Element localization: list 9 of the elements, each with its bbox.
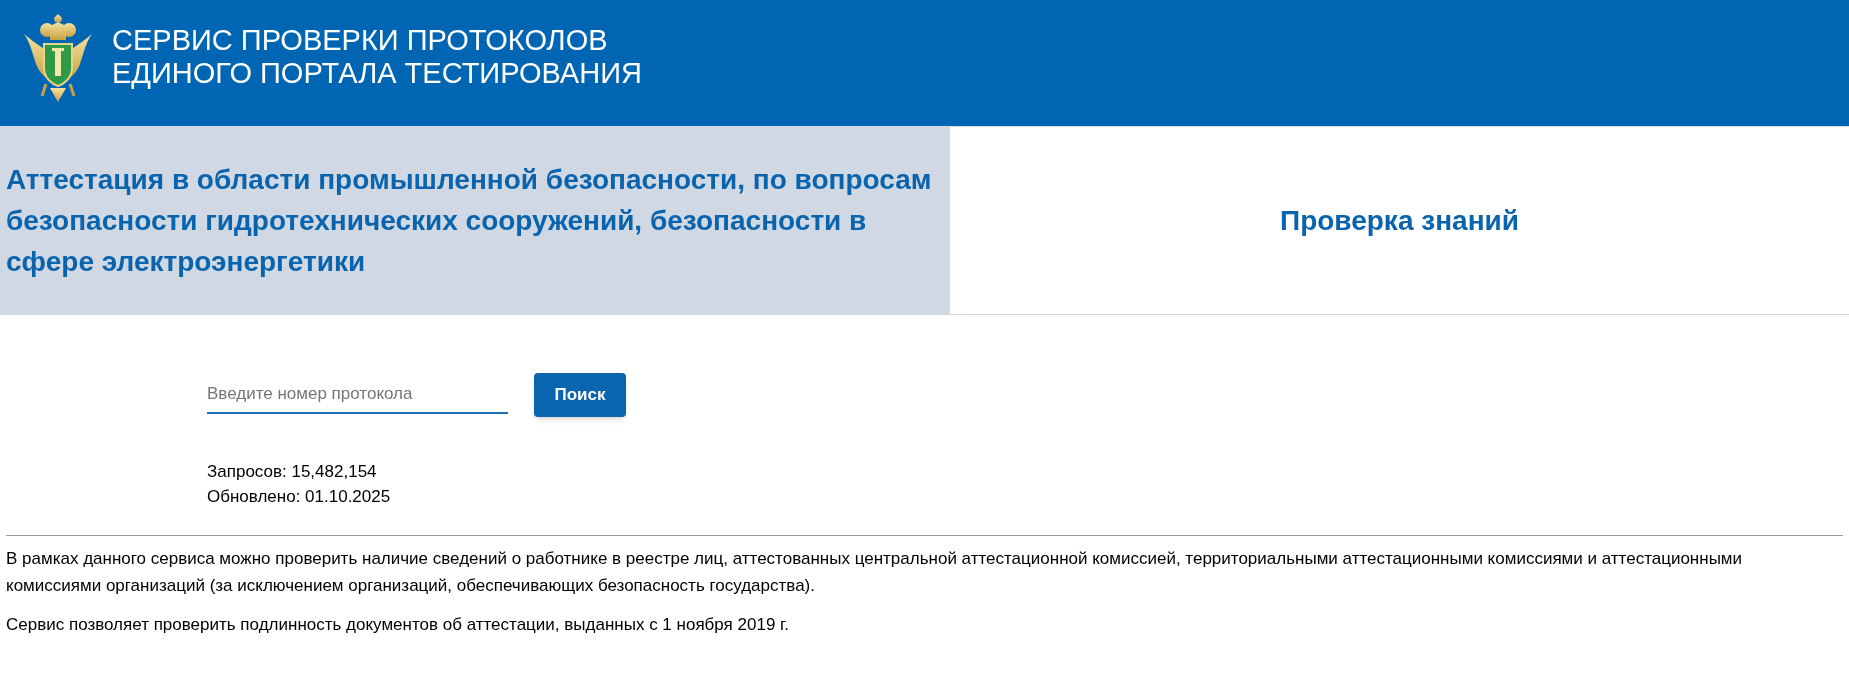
search-button[interactable]: Поиск [534, 373, 626, 417]
info-paragraph: В рамках данного сервиса можно проверить наличие сведений о работнике в реестре лиц, аттестованных центральной аттестационной комиссией, территориальными аттестационными комиссиями и аттестационными комиссиями организаций (за исключением организаций, обеспечивающих безопасность государства). [6, 548, 1744, 597]
protocol-number-field[interactable]: Введите номер протокола [207, 376, 508, 414]
info-paragraph: Сервис позволяет проверить подлинность документов об аттестации, выданных с 1 ноября 2019 г. [6, 614, 790, 636]
site-title: ЕДИНОГО ПОРТАЛА ТЕСТИРОВАНИЯ [112, 57, 642, 90]
stats-text: Обновлено: 01.10.2025 [207, 486, 391, 508]
stats-text: Запросов: 15,482,154 [207, 461, 377, 483]
site-title: СЕРВИС ПРОВЕРКИ ПРОТОКОЛОВ [112, 24, 609, 57]
tab[interactable]: Аттестация в области промышленной безопасности, по вопросам безопасности гидротехнических сооружений, безопасности в сфере электроэнергетики [0, 126, 950, 314]
